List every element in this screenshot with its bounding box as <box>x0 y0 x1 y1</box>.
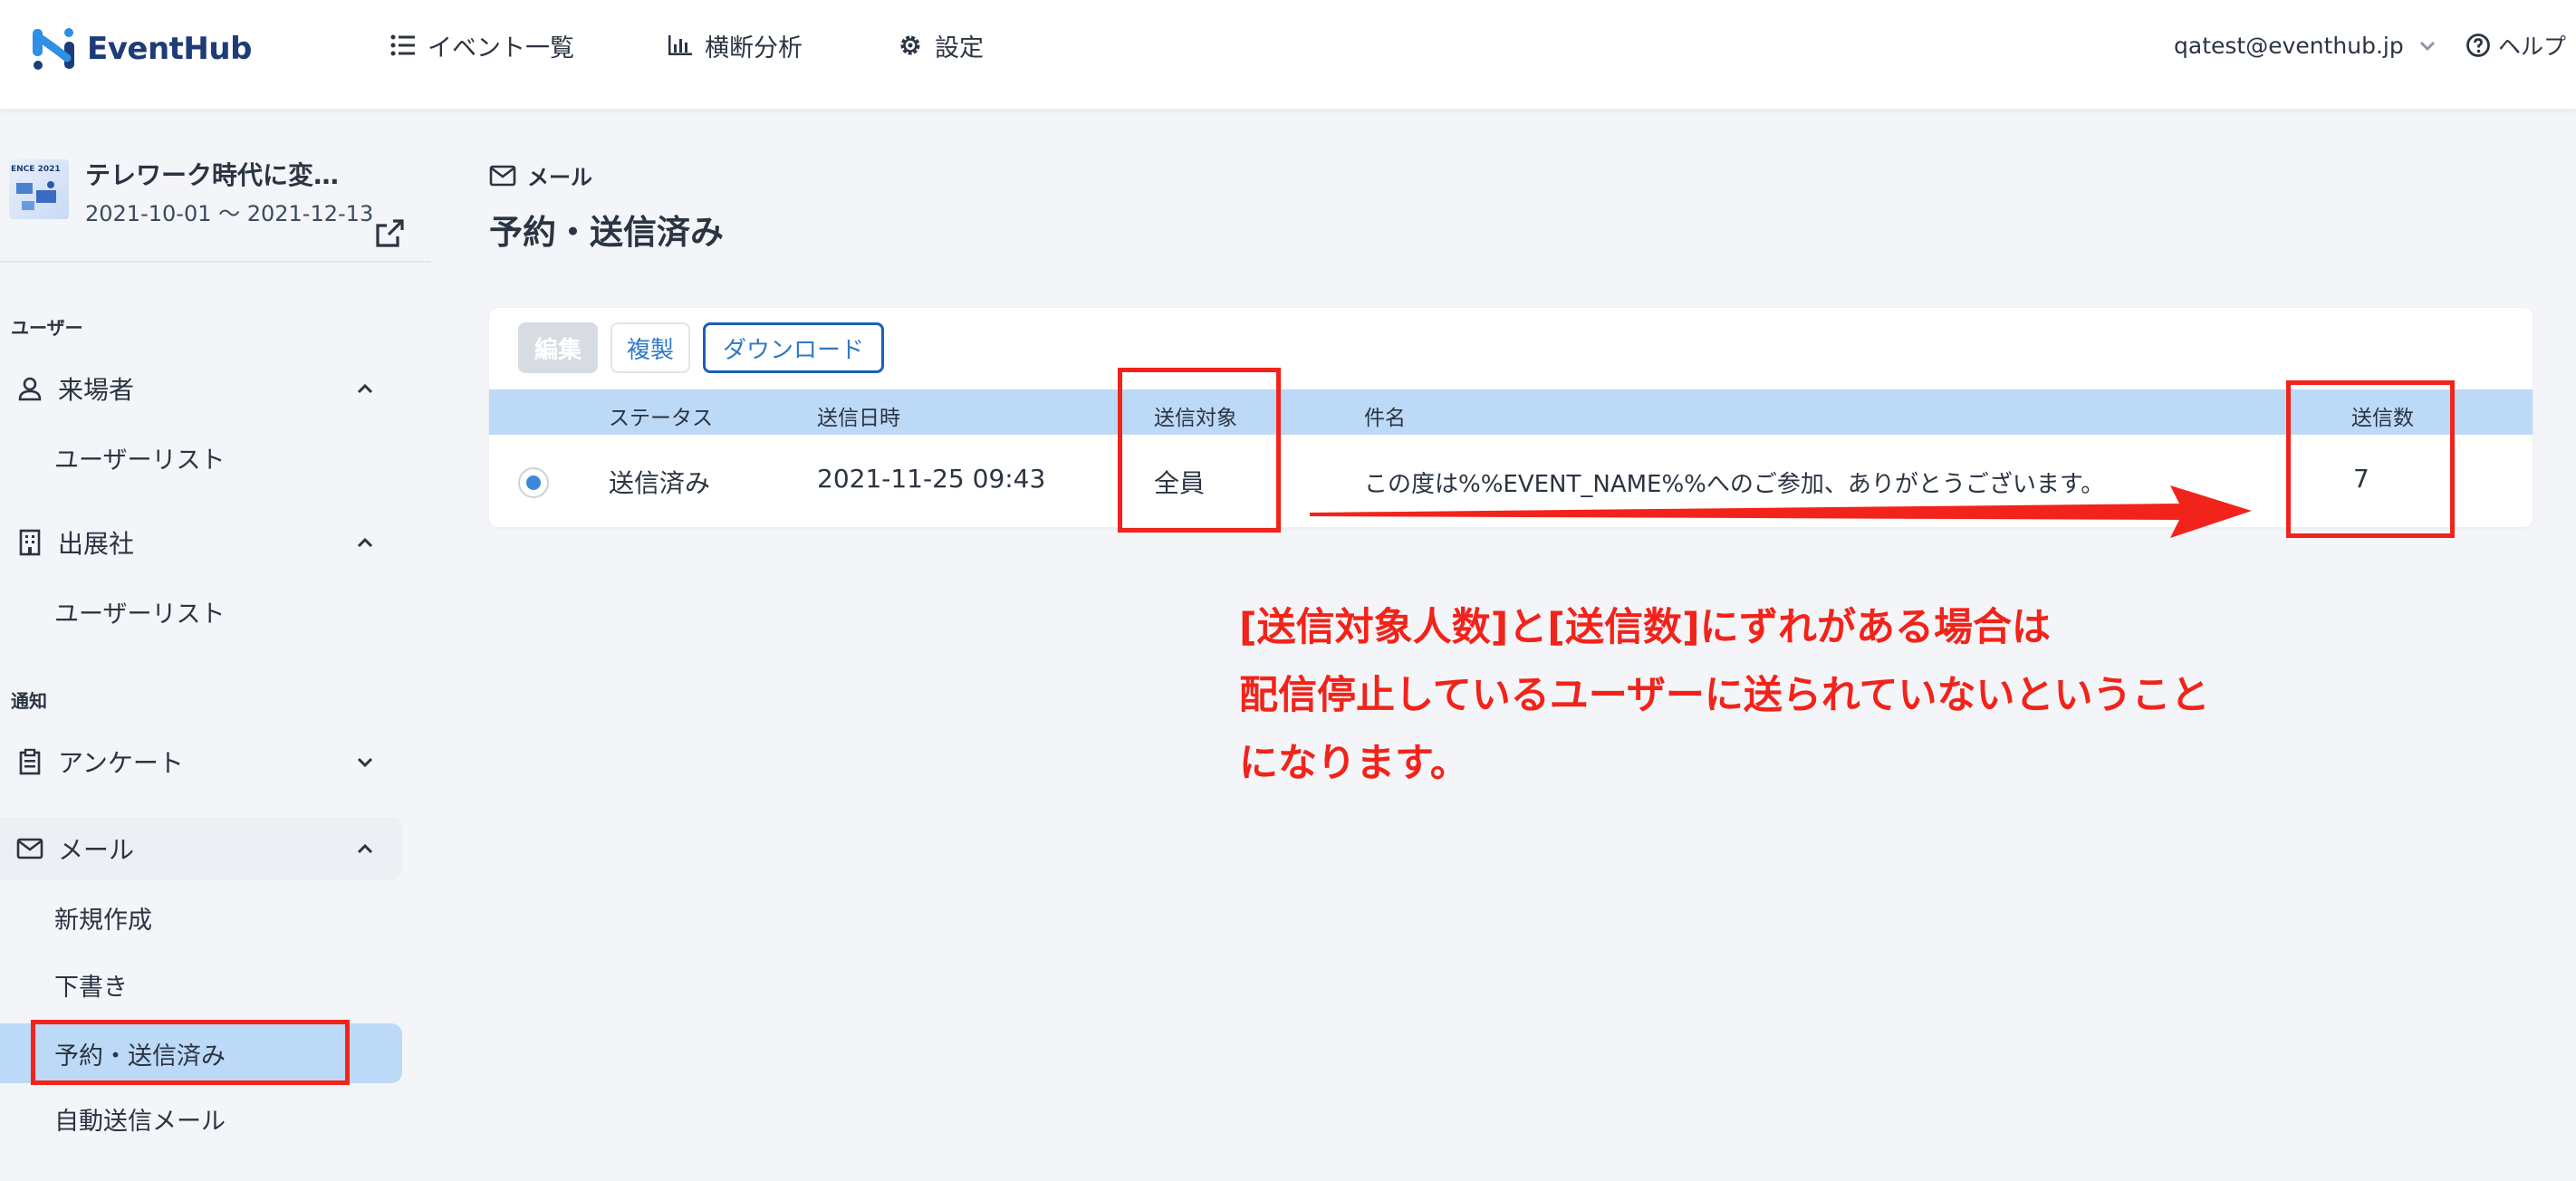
user-icon <box>14 373 45 404</box>
eventhub-logo-icon <box>33 28 74 70</box>
highlight-box-sidebar-item <box>31 1020 350 1085</box>
nav-event-list[interactable]: イベント一覧 <box>389 27 574 63</box>
row-status: 送信済み <box>609 468 711 498</box>
section-label-users: ユーザー <box>11 317 83 339</box>
help-label: ヘルプ <box>2498 34 2567 60</box>
sidebar-item-mail-drafts[interactable]: 下書き <box>0 955 402 1014</box>
sidebar-item-exhibitor-user-list[interactable]: ユーザーリスト <box>0 581 402 641</box>
annotation-line: [送信対象人数]と[送信数]にずれがある場合は <box>1239 605 2052 650</box>
page-title: 予約・送信済み <box>489 213 724 252</box>
column-header-status: ステータス <box>609 407 713 430</box>
sidebar-group-exhibitors[interactable]: 出展社 <box>0 511 402 574</box>
sidebar-group-visitors-label: 来場者 <box>58 375 135 405</box>
sidebar-group-exhibitors-label: 出展社 <box>58 529 135 559</box>
section-label-notifications: 通知 <box>11 690 47 712</box>
arrow-right-icon <box>1310 485 2252 538</box>
table-header: ステータス 送信日時 送信対象 件名 送信数 <box>489 389 2533 435</box>
top-header: EventHub イベント一覧 横断分析 設定 qatest@eventhub.… <box>0 0 2576 109</box>
sidebar-item-mail-new[interactable]: 新規作成 <box>0 888 402 947</box>
nav-cross-analysis[interactable]: 横断分析 <box>667 27 803 63</box>
app-name: EventHub <box>87 31 252 67</box>
external-link-icon[interactable] <box>373 217 406 250</box>
sidebar-group-visitors[interactable]: 来場者 <box>0 357 402 420</box>
nav-settings-label: 設定 <box>935 34 984 62</box>
mail-icon <box>489 165 516 186</box>
highlight-box-count <box>2286 380 2455 538</box>
column-header-subject: 件名 <box>1364 407 1406 430</box>
sidebar-item-visitor-user-list[interactable]: ユーザーリスト <box>0 427 402 487</box>
building-icon <box>14 527 45 558</box>
column-header-sent-at: 送信日時 <box>817 407 900 430</box>
row-sent-at: 2021-11-25 09:43 <box>817 464 1046 494</box>
gear-icon <box>897 32 924 59</box>
event-thumbnail-illustration-icon <box>16 181 56 210</box>
sidebar-group-mail[interactable]: メール <box>0 817 402 880</box>
event-dates: 2021-10-01 〜 2021-12-13 <box>85 201 374 226</box>
chevron-up-icon <box>357 537 373 548</box>
nav-cross-analysis-label: 横断分析 <box>705 34 803 62</box>
chevron-down-icon <box>2419 41 2435 52</box>
sidebar-group-survey[interactable]: アンケート <box>0 730 402 793</box>
annotation-line: 配信停止しているユーザーに送られていないということ <box>1239 673 2210 718</box>
row-select-radio[interactable] <box>518 467 549 498</box>
list-icon <box>389 32 417 59</box>
event-thumbnail-text: ENCE 2021 <box>11 165 61 174</box>
sidebar-item-label: 新規作成 <box>54 906 152 935</box>
user-email: qatest@eventhub.jp <box>2174 32 2404 59</box>
breadcrumb: メール <box>489 159 592 191</box>
highlight-box-target <box>1118 368 1281 533</box>
download-button[interactable]: ダウンロード <box>703 322 884 373</box>
event-card: ENCE 2021 テレワーク時代に変… 2021-10-01 〜 2021-1… <box>0 152 431 264</box>
clipboard-icon <box>14 746 45 777</box>
user-menu[interactable]: qatest@eventhub.jp <box>2174 27 2438 63</box>
annotation-line: になります。 <box>1239 741 1469 786</box>
sidebar-item-label: 下書き <box>54 973 128 1002</box>
help-link[interactable]: ヘルプ <box>2465 27 2566 63</box>
sidebar-group-mail-label: メール <box>58 835 135 865</box>
sidebar-item-mail-auto-send[interactable]: 自動送信メール <box>0 1089 402 1148</box>
app-logo[interactable]: EventHub <box>31 24 252 74</box>
sidebar-item-label: 自動送信メール <box>54 1107 226 1136</box>
sidebar-item-label: ユーザーリスト <box>54 446 226 475</box>
question-circle-icon <box>2466 34 2490 57</box>
chevron-down-icon <box>357 757 373 768</box>
nav-event-list-label: イベント一覧 <box>428 34 574 62</box>
bar-chart-icon <box>667 32 694 59</box>
sidebar-divider <box>0 261 431 263</box>
event-thumbnail: ENCE 2021 <box>9 159 69 219</box>
annotation-text: [送信対象人数]と[送信数]にずれがある場合は 配信停止しているユーザーに送られ… <box>1239 594 2417 798</box>
edit-button[interactable]: 編集 <box>518 322 598 373</box>
sidebar-group-survey-label: アンケート <box>58 748 184 778</box>
copy-button[interactable]: 複製 <box>610 322 690 373</box>
chevron-up-icon <box>357 843 373 854</box>
event-title: テレワーク時代に変… <box>85 160 340 190</box>
chevron-up-icon <box>357 383 373 394</box>
mail-icon <box>14 833 45 864</box>
nav-settings[interactable]: 設定 <box>897 27 984 63</box>
breadcrumb-label: メール <box>527 165 592 190</box>
sidebar-item-label: ユーザーリスト <box>54 600 226 629</box>
